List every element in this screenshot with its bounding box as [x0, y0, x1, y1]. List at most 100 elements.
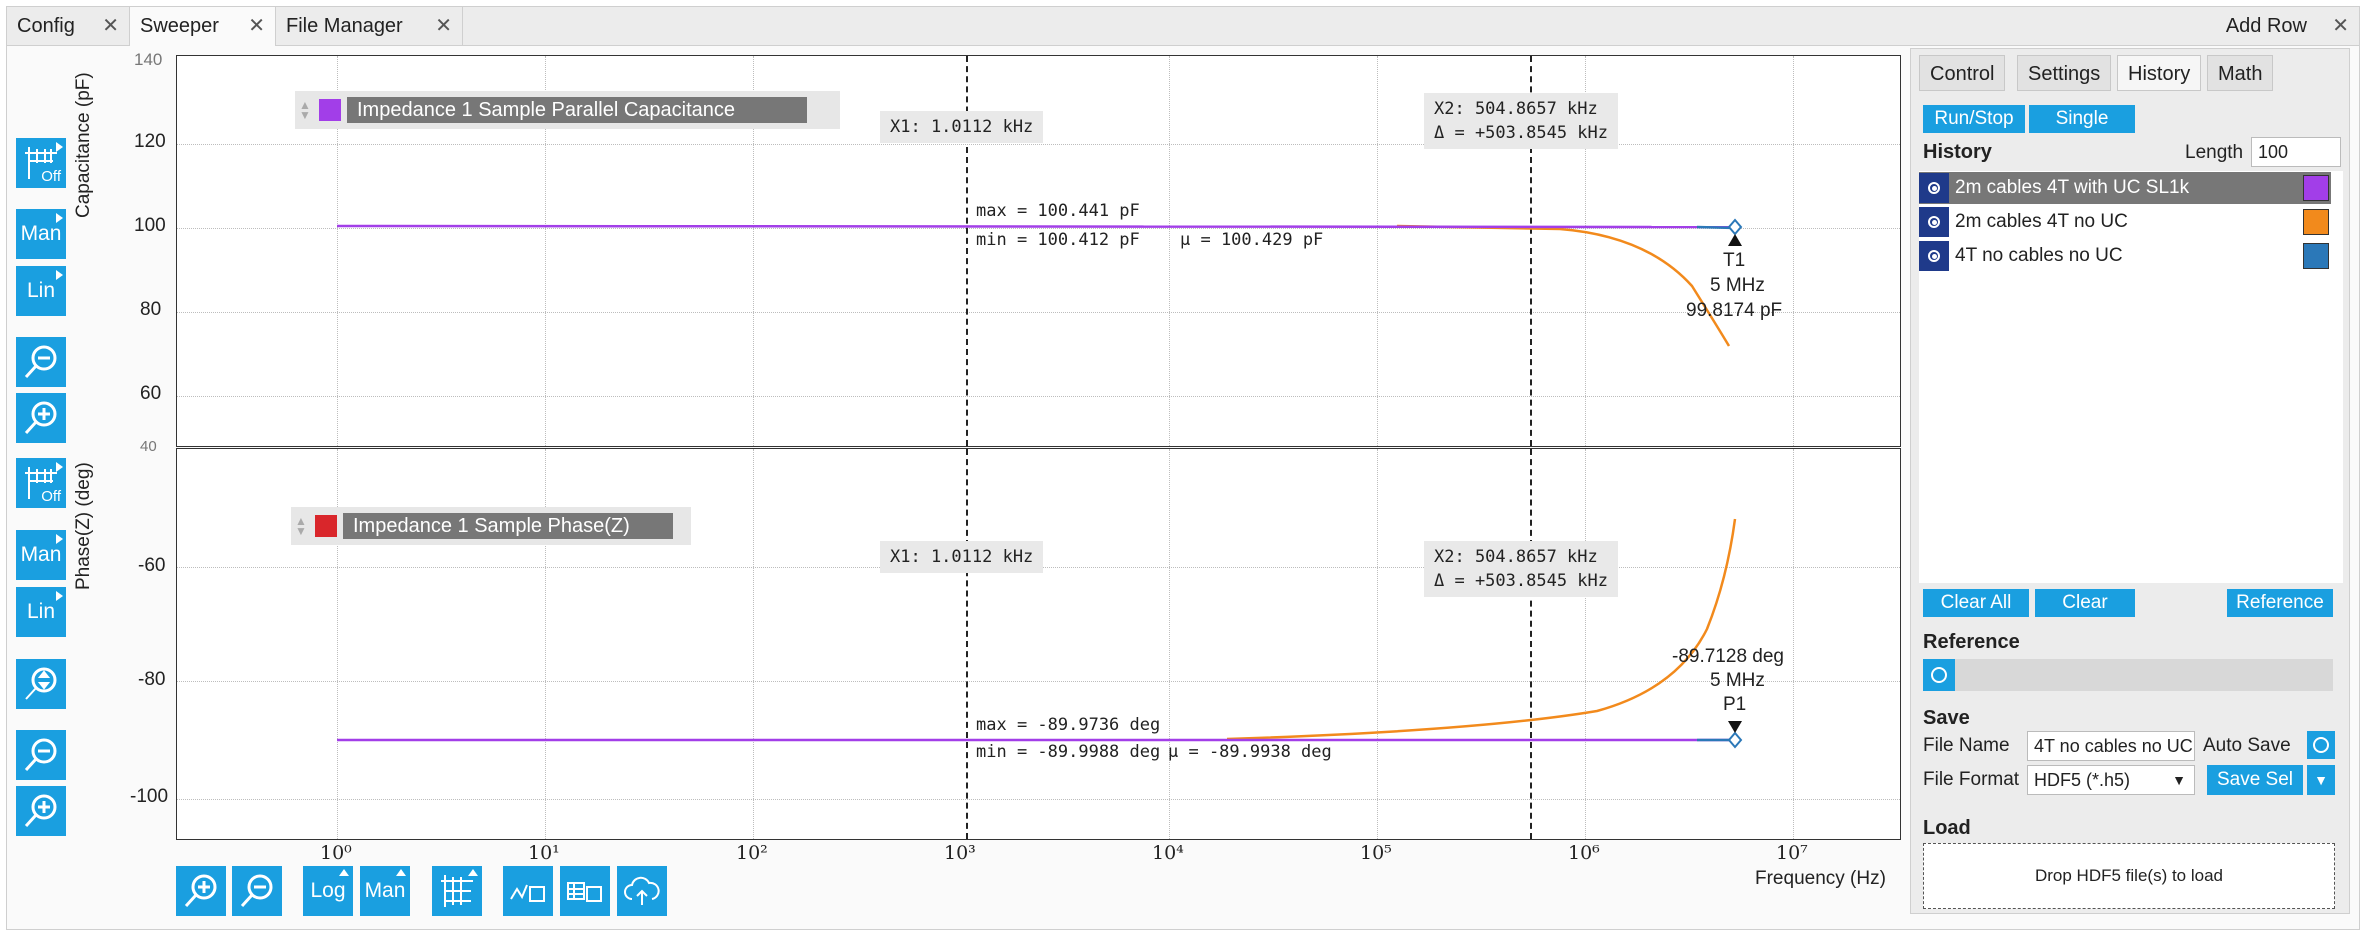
tab-label: File Manager	[286, 15, 403, 37]
max-readout: max = -89.9736 deg	[976, 715, 1161, 735]
y-tick-label: 120	[134, 131, 166, 152]
tab-history[interactable]: History	[2117, 55, 2202, 91]
man-scale-button[interactable]: Man	[16, 209, 66, 259]
history-item-name: 2m cables 4T no UC	[1955, 211, 2128, 232]
x-tick-label: 10¹	[528, 842, 560, 864]
run-stop-button[interactable]: Run/Stop	[1923, 105, 2025, 133]
reference-row[interactable]	[1923, 659, 2333, 691]
y-tick-label: 140	[134, 50, 163, 69]
min-readout: min = -89.9988 deg	[976, 742, 1161, 762]
drop-zone-text: Drop HDF5 file(s) to load	[2034, 866, 2223, 885]
phase-legend[interactable]: ▲ ▼ Impedance 1 Sample Phase(Z)	[291, 507, 691, 545]
delta-value: Δ = +503.8545 kHz	[1434, 123, 1608, 143]
x-tick-label: 10²	[736, 842, 768, 864]
close-icon[interactable]: ✕	[102, 7, 119, 45]
tab-control[interactable]: Control	[1919, 55, 2006, 91]
zoom-out-icon	[24, 345, 57, 379]
add-row-button[interactable]: Add Row	[2226, 7, 2307, 45]
save-plot-icon	[510, 884, 545, 902]
zoom-in-button[interactable]	[16, 786, 66, 836]
zoom-out-button[interactable]	[16, 730, 66, 780]
history-item-color[interactable]	[2303, 243, 2329, 269]
save-table-button[interactable]	[560, 866, 610, 916]
y-tick-label: -80	[138, 669, 166, 690]
drop-zone[interactable]: Drop HDF5 file(s) to load	[1923, 843, 2335, 909]
cursor-x1-readout: X1: 1.0112 kHz	[880, 111, 1044, 143]
close-icon[interactable]: ✕	[248, 7, 265, 45]
zoom-out-button[interactable]	[232, 866, 282, 916]
grid-toggle-button[interactable]	[432, 866, 482, 916]
cursor-x2-readout: X2: 504.8657 kHz Δ = +503.8545 kHz	[1424, 541, 1618, 597]
y-tick-label: -60	[138, 555, 166, 576]
x-tick-label: 10⁵	[1360, 842, 1392, 864]
clear-all-button[interactable]: Clear All	[1923, 589, 2029, 617]
zoom-fit-icon	[25, 667, 57, 700]
file-format-select[interactable]: HDF5 (*.h5) ▼	[2027, 765, 2195, 795]
history-item-color[interactable]	[2303, 209, 2329, 235]
x-tick-label: 10⁷	[1776, 842, 1808, 864]
radio-icon[interactable]	[1919, 173, 1949, 203]
marker-frequency: 5 MHz	[1710, 275, 1765, 296]
reference-button[interactable]: Reference	[2227, 589, 2333, 617]
grid-off-label: Off	[41, 488, 61, 505]
log-scale-button[interactable]: Log	[303, 866, 353, 916]
y-tick-label: -100	[130, 786, 169, 807]
mean-readout: μ = -89.9938 deg	[1168, 742, 1332, 762]
tab-sweeper[interactable]: Sweeper ✕	[130, 7, 276, 46]
tab-bar: Config ✕ Sweeper ✕ File Manager ✕ Add Ro…	[7, 7, 2359, 46]
x-tick-label: 10⁰	[320, 842, 352, 864]
save-options-dropdown[interactable]: ▼	[2307, 765, 2335, 795]
lin-label: Lin	[26, 279, 56, 302]
single-button[interactable]: Single	[2029, 105, 2135, 133]
save-title: Save	[1923, 707, 1970, 729]
length-label: Length	[2185, 142, 2244, 163]
tab-config[interactable]: Config ✕	[7, 7, 130, 45]
close-icon[interactable]: ✕	[435, 7, 452, 45]
history-item[interactable]: 2m cables 4T no UC	[1919, 206, 2331, 238]
sort-arrows-icon: ▲ ▼	[299, 98, 311, 122]
tab-settings[interactable]: Settings	[2017, 55, 2112, 91]
save-sel-button[interactable]: Save Sel	[2207, 765, 2303, 795]
history-item[interactable]: 4T no cables no UC	[1919, 240, 2331, 272]
file-name-label: File Name	[1923, 735, 2010, 756]
chevron-down-icon: ▼	[2172, 772, 2186, 788]
x2-value: X2: 504.8657 kHz	[1434, 99, 1598, 119]
load-title: Load	[1923, 817, 1971, 839]
radio-icon[interactable]	[1919, 241, 1949, 271]
cursor-x1-readout: X1: 1.0112 kHz	[880, 541, 1044, 573]
bottom-y-axis-label: Phase(Z) (deg)	[73, 462, 94, 590]
lin-label: Lin	[26, 600, 56, 623]
grid-off-button[interactable]: Off	[16, 138, 66, 188]
history-item[interactable]: 2m cables 4T with UC SL1k	[1919, 172, 2331, 204]
man-scale-button[interactable]: Man	[16, 530, 66, 580]
close-icon[interactable]: ✕	[2332, 7, 2349, 45]
marker-value: 99.8174 pF	[1686, 300, 1783, 321]
x-tick-label: 10⁶	[1568, 842, 1600, 864]
zoom-fit-button[interactable]	[16, 659, 66, 709]
lin-scale-button[interactable]: Lin	[16, 266, 66, 316]
marker-name: P1	[1723, 694, 1747, 715]
radio-icon[interactable]	[1919, 207, 1949, 237]
zoom-out-button[interactable]	[16, 337, 66, 387]
tab-file-manager[interactable]: File Manager ✕	[276, 7, 463, 45]
cloud-upload-button[interactable]	[617, 866, 667, 916]
man-scale-button[interactable]: Man	[360, 866, 410, 916]
save-table-icon	[567, 882, 602, 902]
legend-label: Impedance 1 Sample Parallel Capacitance	[347, 97, 807, 123]
zoom-out-icon	[240, 874, 273, 908]
capacitance-legend[interactable]: ▲ ▼ Impedance 1 Sample Parallel Capacitan…	[295, 91, 840, 129]
zoom-in-icon	[24, 794, 57, 828]
zoom-in-button[interactable]	[16, 393, 66, 443]
length-input[interactable]: 100	[2251, 137, 2341, 167]
side-panel: Control Settings History Math Run/Stop S…	[1910, 48, 2350, 914]
lin-scale-button[interactable]: Lin	[16, 587, 66, 637]
tab-math[interactable]: Math	[2207, 55, 2274, 91]
grid-off-button[interactable]: Off	[16, 458, 66, 508]
clear-button[interactable]: Clear	[2035, 589, 2135, 617]
zoom-in-button[interactable]	[176, 866, 226, 916]
history-item-color[interactable]	[2303, 175, 2329, 201]
radio-icon[interactable]	[1923, 659, 1955, 691]
file-name-input[interactable]: 4T no cables no UC	[2027, 731, 2195, 761]
save-plot-button[interactable]	[503, 866, 553, 916]
auto-save-toggle[interactable]	[2307, 731, 2335, 759]
